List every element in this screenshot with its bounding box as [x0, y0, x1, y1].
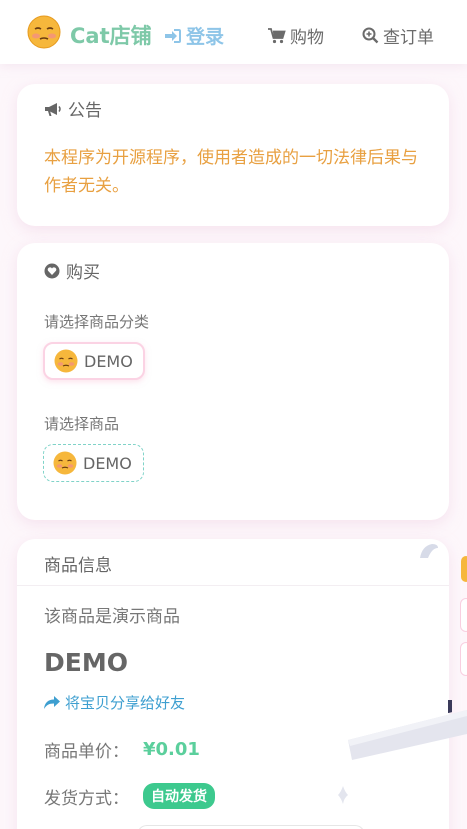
share-icon	[44, 695, 60, 709]
notice-title-label: 公告	[68, 101, 102, 121]
partial-floating-button[interactable]	[460, 642, 467, 676]
notice-title: 公告	[44, 96, 102, 121]
partial-floating-button[interactable]	[460, 598, 467, 632]
price-value: ¥0.01	[143, 739, 200, 760]
notice-text: 本程序为开源程序，使用者造成的一切法律后果与作者无关。	[44, 148, 418, 196]
nav-shop-label: 购物	[290, 28, 324, 48]
nav-shop[interactable]: 购物	[268, 23, 324, 48]
product-name: DEMO	[44, 648, 128, 677]
logo-emoji-icon[interactable]	[27, 15, 61, 49]
heart-circle-icon	[44, 263, 60, 278]
buy-title-label: 购买	[66, 263, 100, 283]
nav-order-lookup[interactable]: 查订单	[362, 23, 434, 48]
notice-card: 公告 本程序为开源程序，使用者造成的一切法律后果与作者无关。	[17, 84, 449, 226]
info-title: 商品信息	[44, 556, 112, 576]
bullhorn-icon	[45, 102, 61, 116]
share-label: 将宝贝分享给好友	[65, 694, 186, 712]
divider	[17, 585, 449, 586]
category-chip-label: DEMO	[84, 351, 133, 371]
product-description: 该商品是演示商品	[44, 607, 180, 627]
quantity-field-partial[interactable]	[137, 825, 365, 829]
buy-title: 购买	[44, 258, 100, 283]
login-label: 登录	[186, 26, 225, 48]
delivery-row: 发货方式： 自动发货	[44, 783, 215, 809]
nav-order-label: 查订单	[383, 28, 434, 48]
category-chip-demo[interactable]: DEMO	[43, 342, 145, 380]
share-link[interactable]: 将宝贝分享给好友	[44, 692, 185, 713]
category-label: 请选择商品分类	[44, 313, 150, 331]
price-label: 商品单价：	[44, 742, 129, 762]
sign-in-icon	[165, 28, 181, 43]
brand-name[interactable]: Cat店铺	[70, 20, 152, 50]
buy-card: 购买 请选择商品分类 DEMO 请选择商品 DEMO	[17, 243, 449, 520]
product-info-card: 商品信息 该商品是演示商品 DEMO 将宝贝分享给好友 商品单价： ¥0.01 …	[17, 539, 449, 829]
product-select-label: 请选择商品	[44, 415, 120, 433]
partial-emoji-icon	[461, 556, 467, 582]
emoji-icon	[54, 349, 78, 373]
top-navbar: Cat店铺 登录 购物 查订单	[0, 0, 467, 64]
delivery-badge: 自动发货	[143, 783, 215, 809]
product-chip-label: DEMO	[83, 453, 132, 473]
emoji-icon	[53, 451, 77, 475]
sparkle-decoration	[338, 786, 348, 804]
login-link[interactable]: 登录	[164, 22, 224, 49]
price-row: 商品单价： ¥0.01	[44, 737, 200, 762]
product-chip-demo[interactable]: DEMO	[43, 444, 144, 482]
delivery-label: 发货方式：	[44, 788, 129, 809]
decorative-pen-illustration	[348, 700, 467, 760]
search-icon	[362, 27, 379, 44]
cart-icon	[268, 27, 286, 43]
cloud-decoration	[420, 544, 438, 558]
